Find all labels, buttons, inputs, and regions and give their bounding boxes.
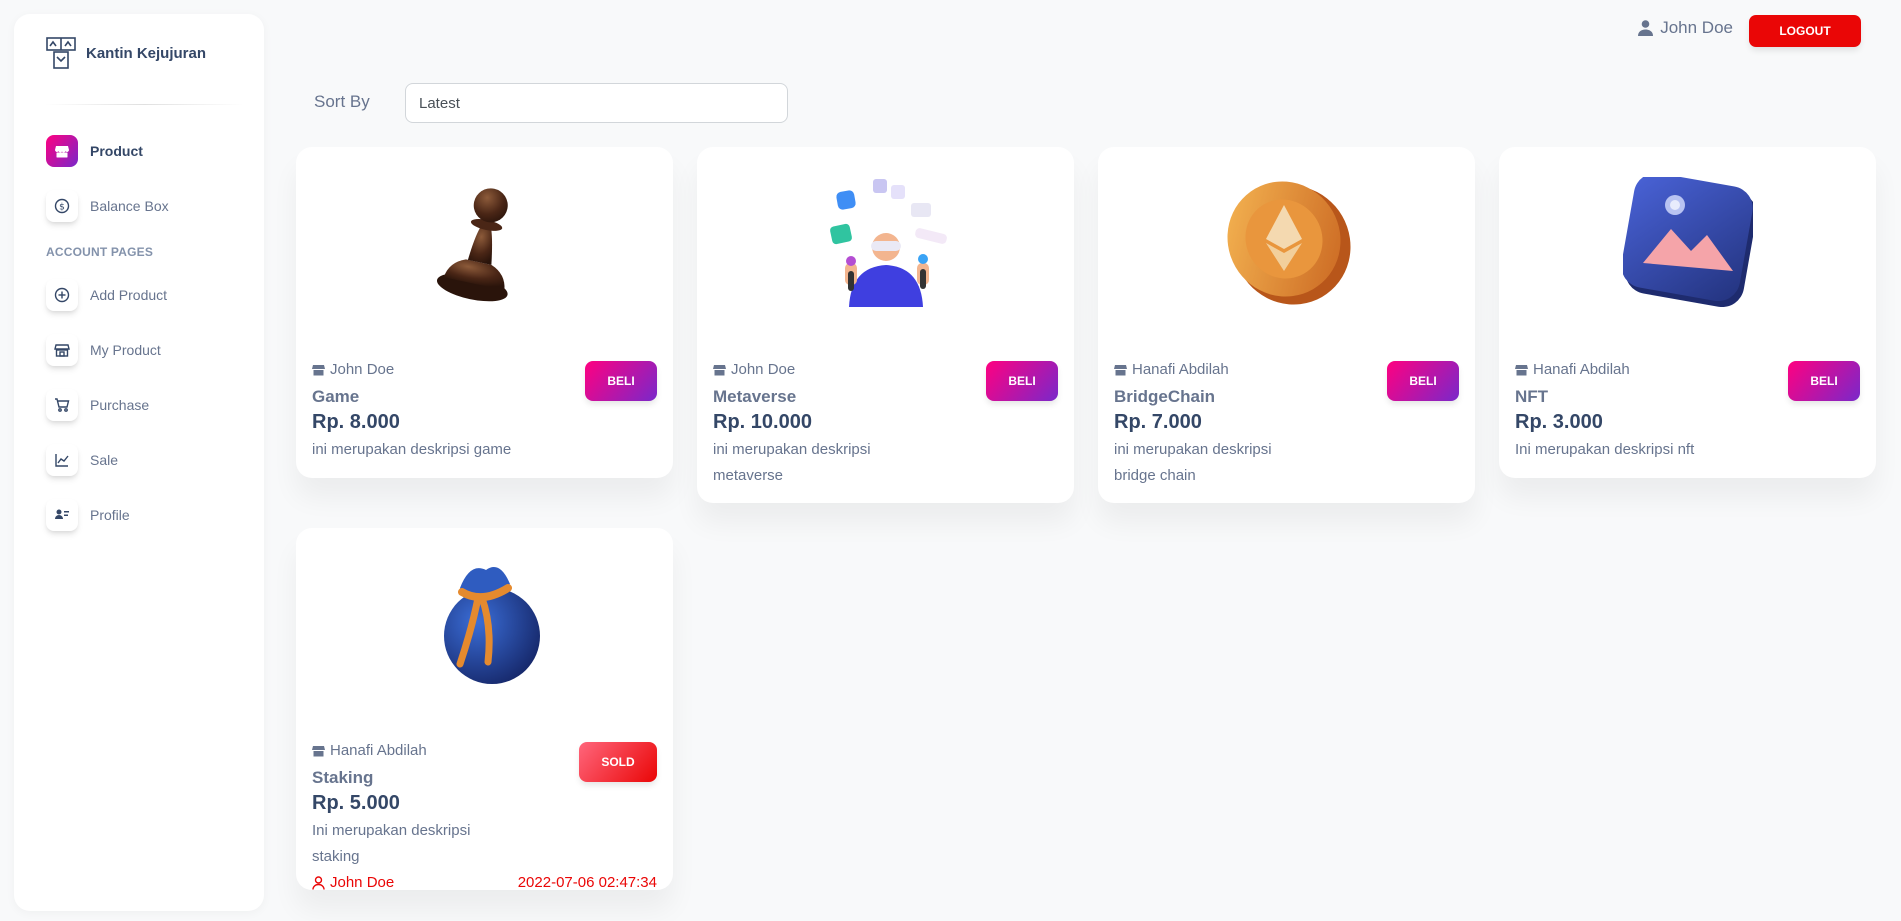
user-name: John Doe xyxy=(1660,18,1733,37)
product-card: Hanafi Abdilah BridgeChain Rp. 7.000 ini… xyxy=(1098,147,1475,503)
brand-divider xyxy=(44,104,244,105)
product-image xyxy=(1499,177,1876,307)
buy-button[interactable]: BELI xyxy=(1387,361,1459,401)
money-bag-image xyxy=(443,567,540,684)
user-icon xyxy=(1638,20,1654,36)
product-price: Rp. 7.000 xyxy=(1114,411,1202,433)
product-description: Ini merupakan deskripsi nft xyxy=(1515,441,1695,458)
sold-badge: SOLD xyxy=(579,742,657,782)
sidebar-item-profile[interactable]: Profile xyxy=(14,487,264,542)
buyer: John Doe xyxy=(312,874,394,891)
shop-icon xyxy=(312,364,325,375)
shop-icon xyxy=(46,134,78,167)
buy-button[interactable]: BELI xyxy=(585,361,657,401)
buy-button[interactable]: BELI xyxy=(986,361,1058,401)
product-price: Rp. 8.000 xyxy=(312,411,400,433)
shop-icon xyxy=(713,364,726,375)
sidebar-item-label: Sale xyxy=(90,451,119,468)
coin-icon: $ xyxy=(46,189,78,222)
seller: Hanafi Abdilah xyxy=(1114,361,1229,378)
product-price: Rp. 10.000 xyxy=(713,411,812,433)
user-card-icon xyxy=(46,498,78,531)
metaverse-person-image xyxy=(829,179,947,307)
product-name: BridgeChain xyxy=(1114,387,1216,406)
product-image xyxy=(1098,177,1475,307)
product-name: NFT xyxy=(1515,387,1549,406)
sidebar-item-label: Product xyxy=(90,142,143,159)
seller: John Doe xyxy=(312,361,394,378)
picture-frame-image xyxy=(1622,177,1753,307)
chess-pawn-image xyxy=(436,188,508,302)
seller: John Doe xyxy=(713,361,795,378)
brand-name: Kantin Kejujuran xyxy=(86,44,207,62)
sidebar-item-label: Purchase xyxy=(90,396,150,413)
product-price: Rp. 5.000 xyxy=(312,792,400,814)
user-outline-icon xyxy=(312,875,325,890)
logout-button[interactable]: LOGOUT xyxy=(1749,15,1861,47)
product-card: Hanafi Abdilah NFT Rp. 3.000 Ini merupak… xyxy=(1499,147,1876,478)
product-description: Ini merupakan deskripsi staking xyxy=(312,822,471,865)
seller-name: Hanafi Abdilah xyxy=(1533,361,1630,378)
product-image xyxy=(697,177,1074,307)
sidebar-item-product[interactable]: Product xyxy=(14,123,264,178)
shop-icon xyxy=(312,745,325,756)
cart-icon xyxy=(46,388,78,421)
product-image xyxy=(296,177,673,307)
product-card: John Doe Metaverse Rp. 10.000 ini merupa… xyxy=(697,147,1074,503)
product-description: ini merupakan deskripsi metaverse xyxy=(713,441,871,484)
shop-icon xyxy=(1515,364,1528,375)
shop-icon xyxy=(1114,364,1127,375)
product-name: Game xyxy=(312,387,360,406)
gold-coin-image xyxy=(1226,181,1351,305)
seller-name: John Doe xyxy=(330,361,395,378)
sort-label: Sort By xyxy=(314,92,370,111)
sidebar-item-my-product[interactable]: My Product xyxy=(14,322,264,377)
seller-name: Hanafi Abdilah xyxy=(1132,361,1229,378)
product-name: Metaverse xyxy=(713,387,797,406)
logo-icon xyxy=(46,37,76,69)
chart-line-icon xyxy=(46,443,78,476)
sidebar-item-balance-box[interactable]: $ Balance Box xyxy=(14,178,264,233)
section-title-account-pages: ACCOUNT PAGES xyxy=(46,245,154,259)
brand[interactable]: Kantin Kejujuran xyxy=(14,14,264,92)
product-description: ini merupakan deskripsi bridge chain xyxy=(1114,441,1272,484)
sidebar-item-add-product[interactable]: Add Product xyxy=(14,267,264,322)
sidebar-item-label: Add Product xyxy=(90,286,168,303)
sidebar-item-label: Balance Box xyxy=(90,197,169,214)
product-image xyxy=(296,558,673,688)
seller-name: John Doe xyxy=(731,361,796,378)
seller: Hanafi Abdilah xyxy=(312,742,427,759)
plus-circle-icon xyxy=(46,278,78,311)
product-price: Rp. 3.000 xyxy=(1515,411,1603,433)
buy-button[interactable]: BELI xyxy=(1788,361,1860,401)
sidebar: Kantin Kejujuran Product $ Balance Box A… xyxy=(14,14,264,911)
current-user[interactable]: John Doe xyxy=(1638,18,1733,38)
buyer-name: John Doe xyxy=(330,874,395,891)
sidebar-item-purchase[interactable]: Purchase xyxy=(14,377,264,432)
seller-name: Hanafi Abdilah xyxy=(330,742,427,759)
sidebar-item-label: My Product xyxy=(90,341,161,358)
product-description: ini merupakan deskripsi game xyxy=(312,441,512,458)
sold-timestamp: 2022-07-06 02:47:34 xyxy=(517,874,657,891)
product-card: Hanafi Abdilah Staking Rp. 5.000 Ini mer… xyxy=(296,528,673,891)
sort-select[interactable]: Latest xyxy=(405,83,788,123)
store-icon xyxy=(46,333,78,366)
svg-text:$: $ xyxy=(59,202,65,212)
seller: Hanafi Abdilah xyxy=(1515,361,1630,378)
product-card: John Doe Game Rp. 8.000 ini merupakan de… xyxy=(296,147,673,478)
product-name: Staking xyxy=(312,768,374,787)
sidebar-item-label: Profile xyxy=(90,506,130,523)
sort-selected-value: Latest xyxy=(419,94,460,112)
sidebar-item-sale[interactable]: Sale xyxy=(14,432,264,487)
